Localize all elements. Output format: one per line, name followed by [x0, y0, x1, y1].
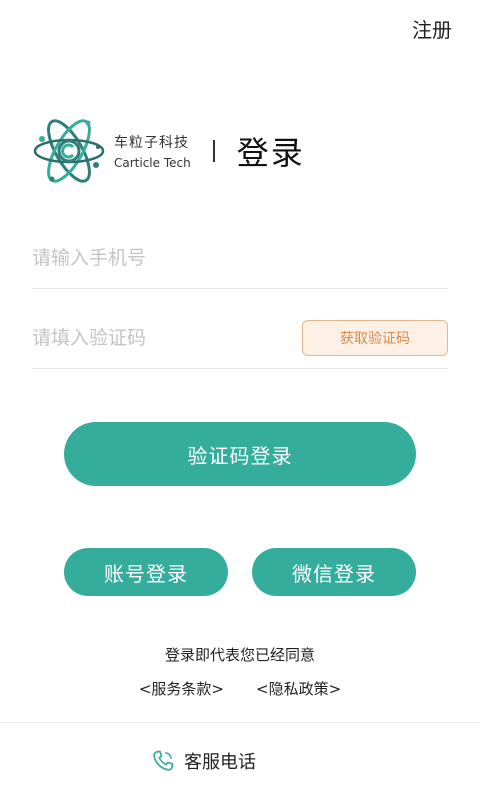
phone-field-row: [32, 228, 448, 289]
customer-service-label: 客服电话: [184, 752, 256, 773]
register-link[interactable]: 注册: [412, 14, 452, 43]
brand-divider: [212, 140, 215, 162]
phone-icon: [153, 750, 174, 771]
verification-code-input[interactable]: [32, 327, 302, 349]
get-code-button[interactable]: 获取验证码: [302, 320, 448, 356]
brand-name-cn: 车粒子科技: [114, 135, 189, 151]
code-login-button[interactable]: 验证码登录: [64, 422, 416, 486]
wechat-login-button[interactable]: 微信登录: [252, 548, 416, 596]
brand-name-en: Carticle Tech: [114, 156, 191, 170]
brand-name: 车粒子科技 Carticle Tech: [114, 132, 191, 170]
policy-links: <服务条款> <隐私政策>: [0, 678, 480, 699]
atom-logo-icon: [33, 119, 105, 183]
terms-of-service-link[interactable]: <服务条款>: [139, 678, 224, 699]
customer-service-button[interactable]: 客服电话: [150, 748, 256, 774]
agreement-text: 登录即代表您已经同意: [164, 646, 315, 664]
brand-header: 车粒子科技 Carticle Tech 登录: [32, 108, 305, 194]
phone-input[interactable]: [32, 247, 448, 269]
privacy-policy-link[interactable]: <隐私政策>: [256, 678, 341, 699]
account-login-button[interactable]: 账号登录: [64, 548, 228, 596]
bottom-divider: [0, 722, 480, 723]
code-field-row: 获取验证码: [32, 308, 448, 369]
page-title: 登录: [236, 134, 305, 172]
